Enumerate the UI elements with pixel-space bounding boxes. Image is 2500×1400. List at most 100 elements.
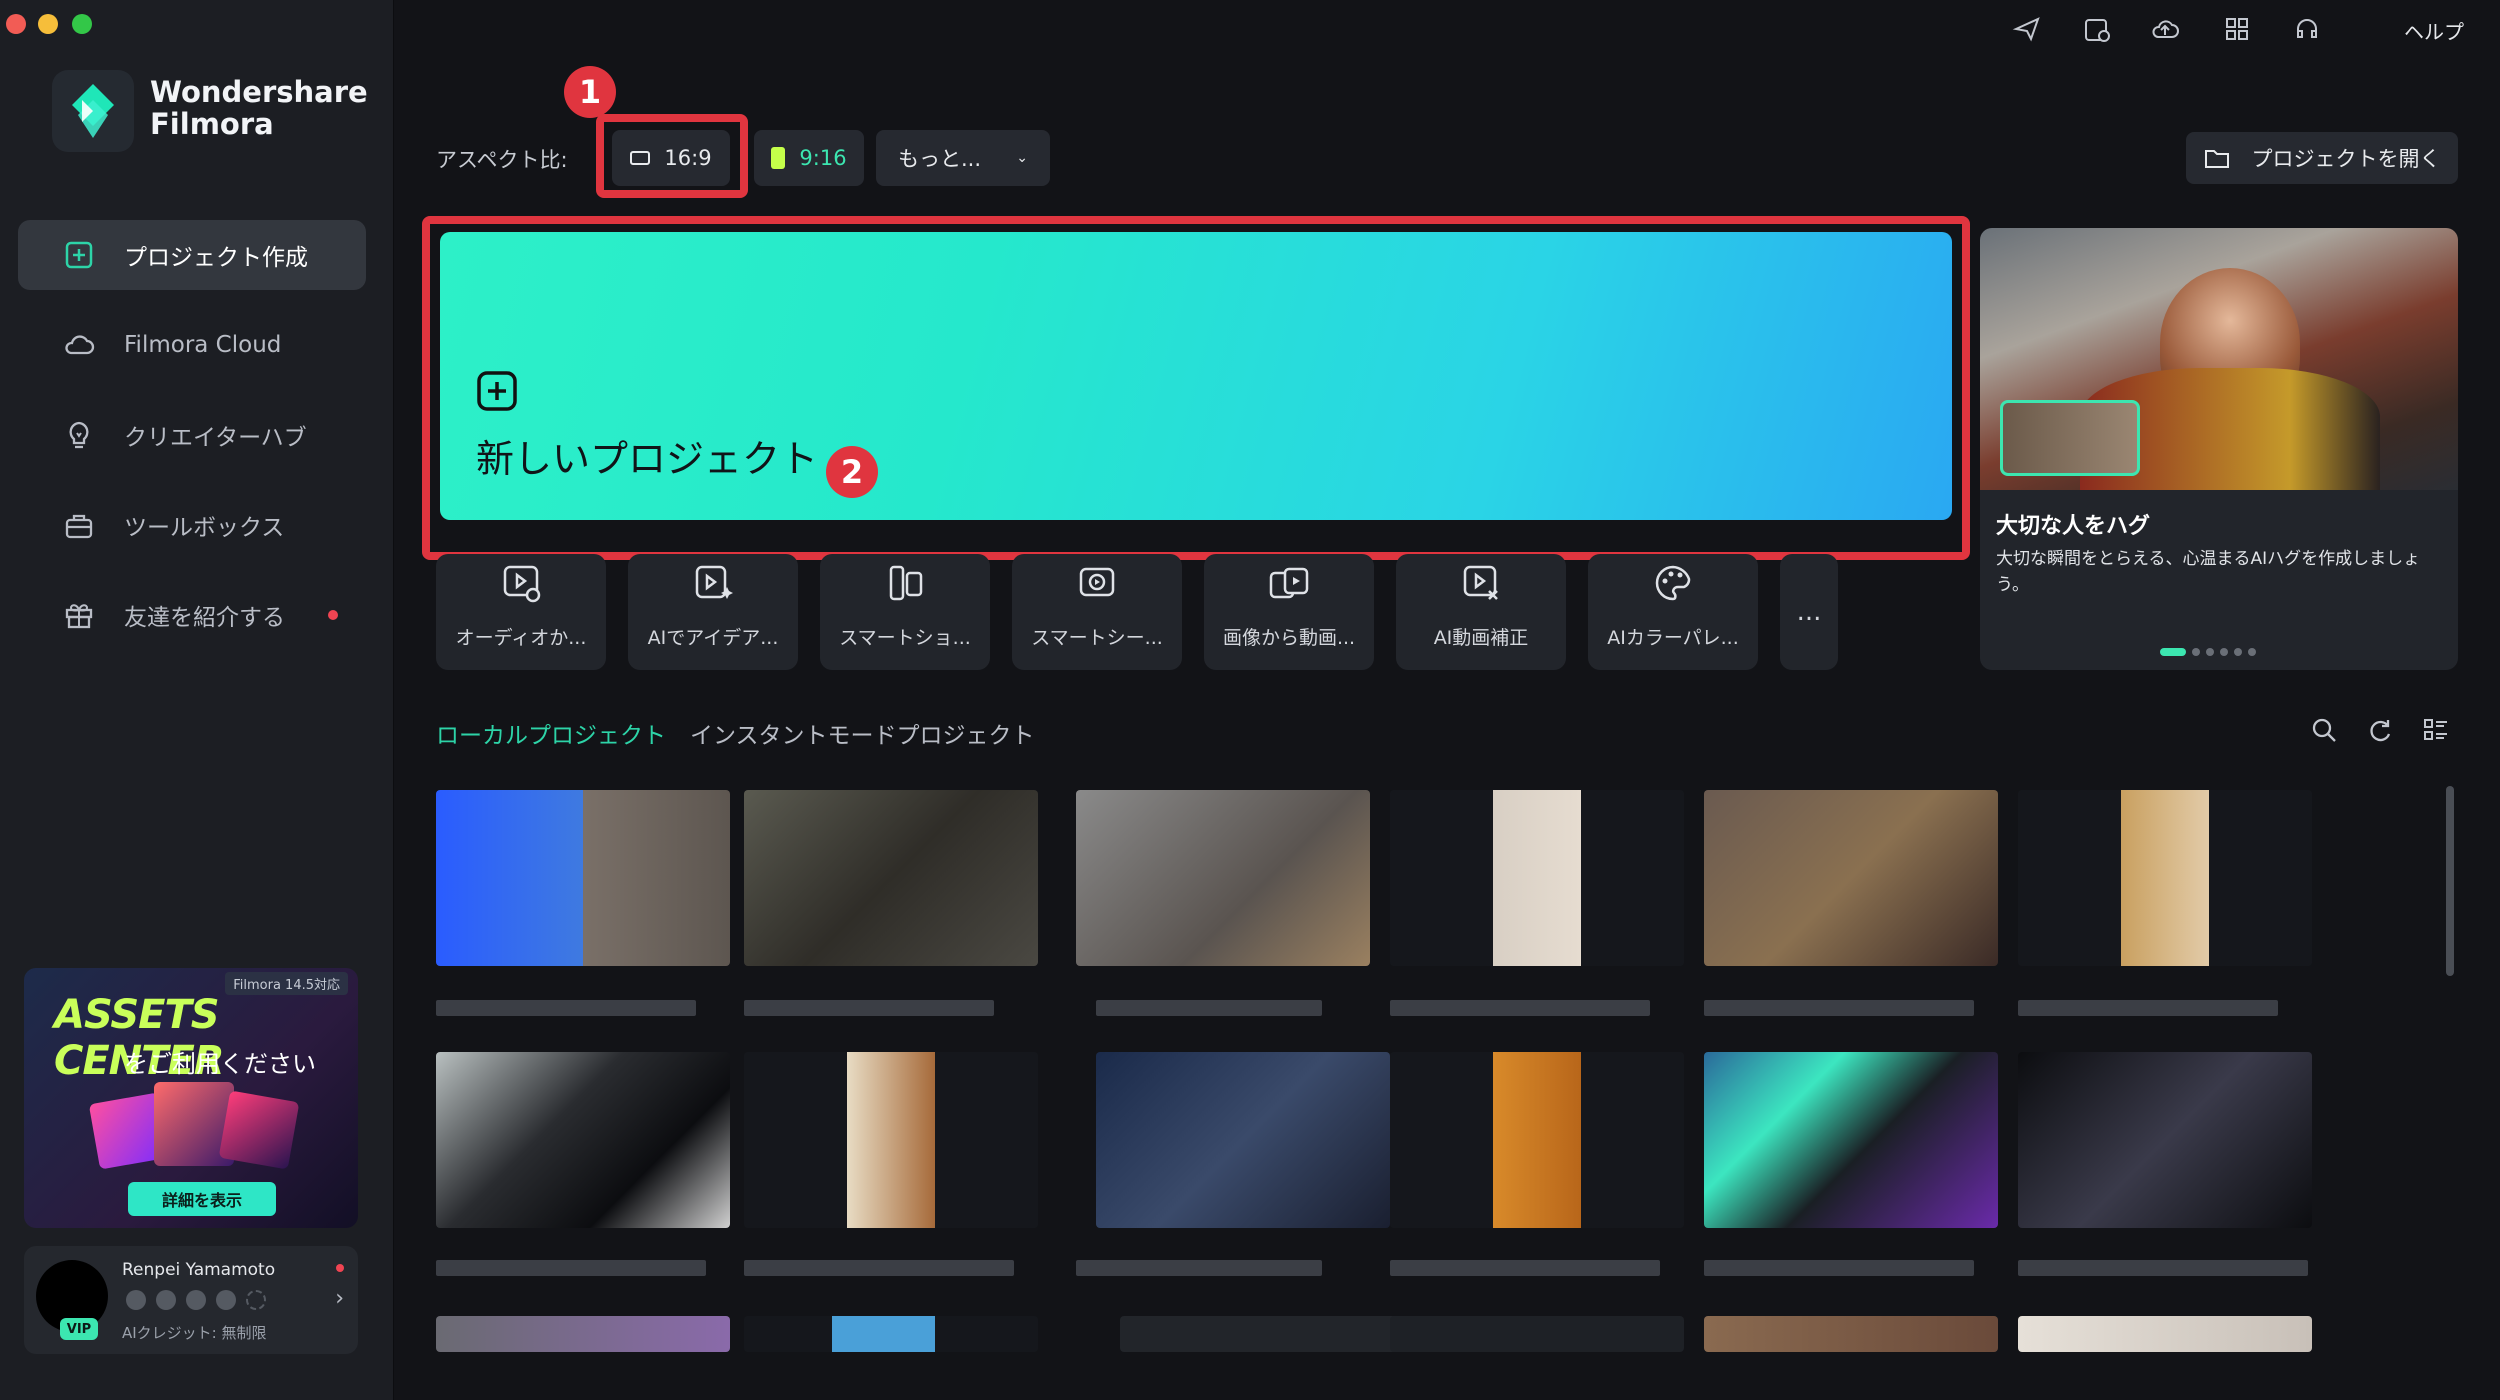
tool-label: オーディオか...	[455, 627, 587, 649]
gift-icon	[65, 604, 93, 629]
project-thumbnail[interactable]	[2018, 1316, 2312, 1352]
assets-details-button[interactable]: 詳細を表示	[128, 1182, 276, 1216]
chevron-right-icon: ›	[335, 1286, 344, 1311]
vip-badge: VIP	[60, 1318, 98, 1340]
search-icon[interactable]	[2310, 716, 2338, 744]
promo-title: 大切な人をハグ	[1996, 514, 2151, 539]
tool-ai-idea[interactable]: AIでアイデア...	[628, 554, 798, 670]
ai-credits: AIクレジット: 無制限	[122, 1324, 267, 1342]
aspect-ratio-label: アスペクト比:	[436, 148, 568, 172]
project-thumbnail[interactable]	[744, 1316, 1038, 1352]
user-name: Renpei Yamamoto	[122, 1260, 276, 1280]
help-menu[interactable]: ヘルプ	[2404, 16, 2464, 45]
send-icon[interactable]	[2012, 14, 2042, 44]
project-title	[744, 1000, 994, 1016]
chevron-down-icon: ⌄	[1016, 150, 1028, 166]
sidebar-item-refer-friend[interactable]: 友達を紹介する	[18, 580, 366, 650]
sidebar-item-filmora-cloud[interactable]: Filmora Cloud	[18, 310, 366, 380]
maximize-window-button[interactable]	[72, 14, 92, 34]
ai-enhance-icon	[1463, 565, 1498, 600]
annotation-badge-1: 1	[564, 66, 616, 118]
annotation-badge-2: 2	[826, 446, 878, 498]
credit-icons	[126, 1290, 266, 1310]
list-view-icon[interactable]	[2422, 716, 2450, 744]
project-thumbnail[interactable]	[1704, 1052, 1998, 1228]
aspect-more-dropdown[interactable]: もっと... ⌄	[876, 130, 1050, 186]
ai-idea-icon	[695, 565, 733, 599]
assets-artwork	[84, 1078, 304, 1170]
promo-pagination[interactable]	[2160, 648, 2256, 656]
tab-local-projects[interactable]: ローカルプロジェクト	[436, 716, 666, 750]
project-thumbnail[interactable]	[436, 790, 730, 966]
tool-smart-short[interactable]: スマートショ...	[820, 554, 990, 670]
plus-square-icon	[65, 241, 93, 269]
sidebar: Wondershare Filmora プロジェクト作成 Filmora Clo…	[0, 0, 394, 1400]
project-list-scrollbar[interactable]	[2446, 786, 2454, 976]
project-thumbnail[interactable]	[436, 1052, 730, 1228]
smart-scene-icon	[1079, 567, 1115, 597]
grid-icon[interactable]	[2222, 14, 2252, 44]
sidebar-item-create-project[interactable]: プロジェクト作成	[18, 220, 366, 290]
project-thumbnail[interactable]	[1390, 1052, 1684, 1228]
aspect-9-16-button[interactable]: 9:16	[754, 130, 864, 186]
project-thumbnail[interactable]	[1096, 1052, 1390, 1228]
project-title	[744, 1260, 1014, 1276]
close-window-button[interactable]	[6, 14, 26, 34]
sidebar-item-creator-hub[interactable]: クリエイターハブ	[18, 400, 366, 470]
tool-label: スマートシー...	[1031, 627, 1163, 649]
project-title	[1704, 1260, 1974, 1276]
project-title	[1704, 1000, 1974, 1016]
lightbulb-icon	[69, 421, 89, 449]
open-project-button[interactable]: プロジェクトを開く	[2186, 132, 2458, 184]
aspect-9-16-label: 9:16	[799, 146, 847, 170]
minimize-window-button[interactable]	[38, 14, 58, 34]
project-thumbnail[interactable]	[1120, 1316, 1414, 1352]
project-thumbnail[interactable]	[436, 1316, 730, 1352]
tool-audio-to-video[interactable]: オーディオか...	[436, 554, 606, 670]
user-profile-card[interactable]: VIP Renpei Yamamoto AIクレジット: 無制限 ›	[24, 1246, 358, 1354]
refresh-icon[interactable]	[2366, 716, 2394, 744]
tool-label: 画像から動画...	[1222, 627, 1356, 649]
sidebar-item-toolbox[interactable]: ツールボックス	[18, 490, 366, 560]
calendar-clock-icon[interactable]	[2082, 14, 2112, 44]
tool-ai-enhance[interactable]: AI動画補正	[1396, 554, 1566, 670]
promo-description: 大切な瞬間をとらえる、心温まるAIハグを作成しましょう。	[1996, 549, 2421, 595]
filmora-start-window: Wondershare Filmora プロジェクト作成 Filmora Clo…	[0, 0, 2500, 1400]
assets-center-card[interactable]: Filmora 14.5対応 ASSETS CENTER をご利用ください 詳細…	[24, 968, 358, 1228]
project-thumbnail[interactable]	[1704, 790, 1998, 966]
project-thumbnail[interactable]	[2018, 1052, 2312, 1228]
tool-smart-scene[interactable]: スマートシー...	[1012, 554, 1182, 670]
portrait-icon	[771, 147, 786, 169]
promo-card-ai-hug[interactable]: 大切な人をハグ 大切な瞬間をとらえる、心温まるAIハグを作成しましょう。	[1980, 228, 2458, 670]
notification-dot	[328, 610, 338, 620]
app-name-line1: Wondershare	[150, 75, 368, 109]
project-thumbnail[interactable]	[1704, 1316, 1998, 1352]
tool-ai-palette[interactable]: AIカラーパレ...	[1588, 554, 1758, 670]
project-thumbnail[interactable]	[1390, 1316, 1684, 1352]
tools-more-button[interactable]: ...	[1780, 554, 1838, 670]
sidebar-item-label: クリエイターハブ	[124, 425, 307, 451]
ai-palette-icon	[1655, 565, 1691, 601]
tool-image-to-video[interactable]: 画像から動画...	[1204, 554, 1374, 670]
toolbox-icon	[65, 514, 93, 539]
project-title	[436, 1000, 696, 1016]
sidebar-item-label: 友達を紹介する	[124, 605, 285, 631]
notification-dot	[336, 1264, 344, 1272]
tool-label: AIでアイデア...	[647, 627, 779, 649]
sidebar-item-label: ツールボックス	[124, 515, 285, 541]
project-thumbnail[interactable]	[2018, 790, 2312, 966]
project-thumbnail[interactable]	[1076, 790, 1370, 966]
headset-icon[interactable]	[2292, 14, 2322, 44]
sidebar-item-label: Filmora Cloud	[124, 332, 282, 358]
project-thumbnail[interactable]	[1390, 790, 1684, 966]
project-title	[1390, 1260, 1660, 1276]
annotation-highlight-2	[422, 216, 1970, 560]
smart-short-icon	[889, 565, 923, 601]
project-title	[1390, 1000, 1650, 1016]
cloud-upload-icon[interactable]	[2150, 14, 2180, 44]
project-thumbnail[interactable]	[744, 790, 1038, 966]
project-thumbnail[interactable]	[744, 1052, 1038, 1228]
aspect-more-label: もっと...	[898, 147, 982, 171]
folder-icon	[2204, 150, 2229, 168]
tab-instant-mode-projects[interactable]: インスタントモードプロジェクト	[690, 716, 1035, 750]
